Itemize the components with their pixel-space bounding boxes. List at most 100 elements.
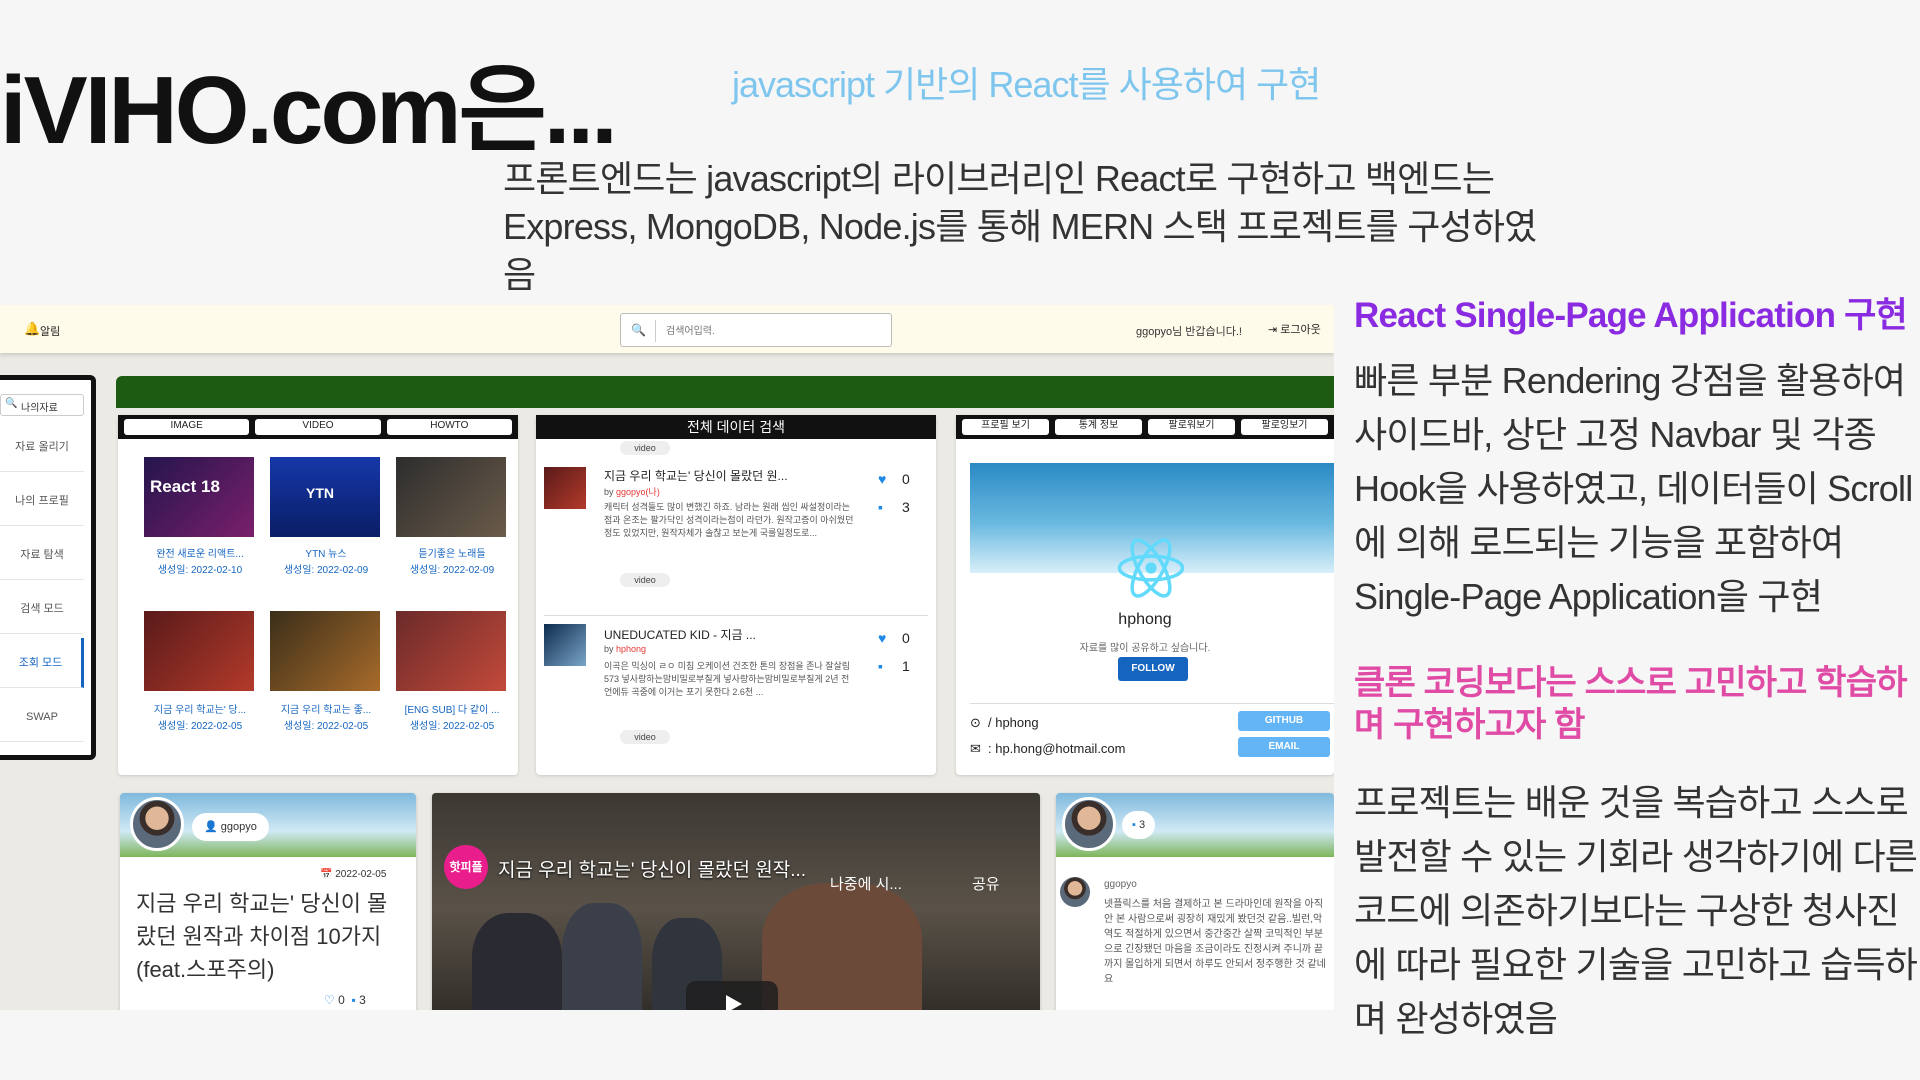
comment-icon[interactable]: ▪ xyxy=(878,499,883,515)
heart-icon[interactable]: ♥ xyxy=(878,630,886,646)
media-title[interactable]: 지금 우리 학교는' 당... xyxy=(138,701,262,716)
media-thumbnail[interactable] xyxy=(270,611,380,691)
like-count: 0 xyxy=(338,993,345,1007)
email-button[interactable]: EMAIL xyxy=(1238,737,1330,757)
video-author-line: by ggopyo(나) xyxy=(604,485,660,498)
sidebar-item-explore[interactable]: 자료 탐색 xyxy=(0,530,84,580)
comment-card[interactable]: ▪ 3 ggopyo 넷플릭스를 처음 결제하고 본 드라마인데 원작을 아직 … xyxy=(1056,793,1334,1010)
media-date: 생성일: 2022-02-09 xyxy=(283,565,369,576)
video-thumbnail[interactable] xyxy=(544,467,586,509)
avatar[interactable] xyxy=(130,797,184,851)
profile-panel: 프로필 보기 통계 정보 팔로워보기 팔로잉보기 hphong 자료를 많이 공… xyxy=(956,415,1334,775)
react-logo-icon xyxy=(1117,538,1185,598)
media-thumbnail[interactable]: YTN xyxy=(270,457,380,537)
comment-text: 넷플릭스를 처음 결제하고 본 드라마인데 원작을 아직 안 본 사람으로써 굉… xyxy=(1104,899,1326,985)
by-label: by xyxy=(604,487,614,497)
media-thumbnail[interactable]: React 18 xyxy=(144,457,254,537)
tab-howto[interactable]: HOWTO xyxy=(386,419,512,435)
profile-name: hphong xyxy=(1118,611,1172,628)
video-author[interactable]: ggopyo(나) xyxy=(616,487,660,497)
media-date: 생성일: 2022-02-05 xyxy=(283,721,369,732)
media-title[interactable]: YTN 뉴스 xyxy=(264,545,388,560)
follow-button[interactable]: FOLLOW xyxy=(1118,657,1188,681)
slide-subtitle: javascript 기반의 React를 사용하여 구현 xyxy=(732,64,1321,105)
user-icon: 👤 xyxy=(204,821,218,833)
sidebar-search[interactable]: 🔍 나의자료 xyxy=(0,394,84,416)
github-icon: ⊙ xyxy=(970,715,981,730)
tab-video[interactable]: VIDEO xyxy=(255,419,381,435)
video-author[interactable]: hphong xyxy=(616,644,646,654)
search-input[interactable] xyxy=(655,320,885,342)
notification-label[interactable]: 알림 xyxy=(40,323,60,339)
by-label: by xyxy=(604,644,614,654)
bell-icon[interactable]: 🔔 xyxy=(24,321,40,337)
post-date-text: 2022-02-05 xyxy=(335,869,387,880)
play-icon[interactable] xyxy=(686,981,778,1010)
comment-icon[interactable]: ▪ xyxy=(878,658,883,674)
video-title[interactable]: UNEDUCATED KID - 지금 ... xyxy=(604,626,756,643)
video-title[interactable]: 지금 우리 학교는' 당신이 몰랐던 원... xyxy=(604,467,788,484)
channel-badge[interactable]: 핫피플 xyxy=(444,845,488,889)
video-figure xyxy=(762,883,922,1010)
watch-later-button[interactable]: 나중에 시... xyxy=(830,873,902,894)
avatar[interactable] xyxy=(1062,797,1116,851)
tab-followers[interactable]: 팔로워보기 xyxy=(1148,419,1235,435)
list-item[interactable]: UNEDUCATED KID - 지금 ... by hphong 이곡은 믹싱… xyxy=(544,615,928,755)
comment-icon: ▪ xyxy=(1132,819,1136,831)
video-title[interactable]: 지금 우리 학교는' 당신이 몰랐던 원작... xyxy=(498,855,806,882)
list-item: video xyxy=(544,441,928,461)
search-box[interactable]: 🔍 xyxy=(620,313,892,347)
video-player[interactable]: 핫피플 지금 우리 학교는' 당신이 몰랐던 원작... 나중에 시... 공유 xyxy=(432,793,1040,1010)
avatar[interactable] xyxy=(1060,877,1090,907)
comment-icon[interactable]: ▪ xyxy=(351,993,355,1007)
sidebar-item-search-mode[interactable]: 검색 모드 xyxy=(0,584,84,634)
post-date: 📅 2022-02-05 xyxy=(320,869,386,880)
video-thumbnail[interactable] xyxy=(544,624,586,666)
tab-profile[interactable]: 프로필 보기 xyxy=(962,419,1049,435)
heart-icon[interactable]: ♥ xyxy=(878,471,886,487)
spa-heading: React Single-Page Application 구현 xyxy=(1354,296,1908,335)
user-chip[interactable]: 👤 ggopyo xyxy=(192,813,269,841)
tab-stats[interactable]: 통계 정보 xyxy=(1055,419,1142,435)
media-title[interactable]: [ENG SUB] 다 같이 ... xyxy=(390,701,514,716)
share-button[interactable]: 공유 xyxy=(972,873,1000,894)
comment-count-chip[interactable]: ▪ 3 xyxy=(1122,811,1156,839)
comment-count: 3 xyxy=(902,499,910,515)
video-frame[interactable] xyxy=(432,793,1040,1010)
sidebar-item-upload[interactable]: 자료 올리기 xyxy=(0,422,84,472)
list-item[interactable]: 지금 우리 학교는' 당신이 몰랐던 원... by ggopyo(나) 캐릭터… xyxy=(544,467,928,607)
sidebar-item-my-profile[interactable]: 나의 프로필 xyxy=(0,476,84,526)
media-title[interactable]: 완전 새로운 리액트... xyxy=(138,545,262,560)
media-thumbnail[interactable] xyxy=(396,457,506,537)
sidebar-search-placeholder: 나의자료 xyxy=(21,403,58,414)
sidebar-item-swap[interactable]: SWAP xyxy=(0,692,84,742)
profile-tabs: 프로필 보기 통계 정보 팔로워보기 팔로잉보기 xyxy=(956,415,1334,439)
media-tabs: IMAGE VIDEO HOWTO xyxy=(118,415,518,439)
search-icon[interactable]: 🔍 xyxy=(631,323,646,337)
slide-intro: 프론트엔드는 javascript의 라이브러리인 React로 구현하고 백엔… xyxy=(503,158,1537,295)
slide-title: iVIHO.com은... xyxy=(0,57,618,164)
app-screenshot: 🔔 알림 🔍 ggopyo님 반갑습니다.! ⇥ 로그아웃 🔍나의자료 자료 올… xyxy=(0,305,1334,1010)
heart-icon[interactable]: ♡ xyxy=(324,993,335,1007)
mail-icon: ✉ xyxy=(970,741,981,756)
comment-user[interactable]: ggopyo xyxy=(1104,879,1137,890)
post-title[interactable]: 지금 우리 학교는' 당신이 몰랐던 원작과 차이점 10가지(feat.스포주… xyxy=(136,887,406,986)
media-thumbnail[interactable] xyxy=(144,611,254,691)
like-count: 0 xyxy=(902,630,910,646)
media-thumbnail[interactable] xyxy=(396,611,506,691)
post-card[interactable]: 👤 ggopyo 📅 2022-02-05 지금 우리 학교는' 당신이 몰랐던… xyxy=(120,793,416,1010)
tab-following[interactable]: 팔로잉보기 xyxy=(1241,419,1328,435)
logout-button[interactable]: ⇥ 로그아웃 xyxy=(1268,321,1321,337)
tab-image[interactable]: IMAGE xyxy=(124,419,250,435)
github-button[interactable]: GITHUB xyxy=(1238,711,1330,731)
thumbnail-text: YTN xyxy=(306,485,334,501)
self-study-body: 프로젝트는 배운 것을 복습하고 스스로 발전할 수 있는 기회라 생각하기에 … xyxy=(1354,782,1918,1039)
media-title[interactable]: 듣기좋은 노래들 xyxy=(390,545,514,560)
media-title[interactable]: 지금 우리 학교는 좋... xyxy=(264,701,388,716)
media-date: 생성일: 2022-02-09 xyxy=(409,565,495,576)
sidebar-item-view-mode[interactable]: 조회 모드 xyxy=(0,638,84,688)
video-figure xyxy=(472,913,562,1010)
media-date: 생성일: 2022-02-10 xyxy=(157,565,243,576)
content-header-band xyxy=(116,376,1334,408)
calendar-icon: 📅 xyxy=(320,869,333,880)
